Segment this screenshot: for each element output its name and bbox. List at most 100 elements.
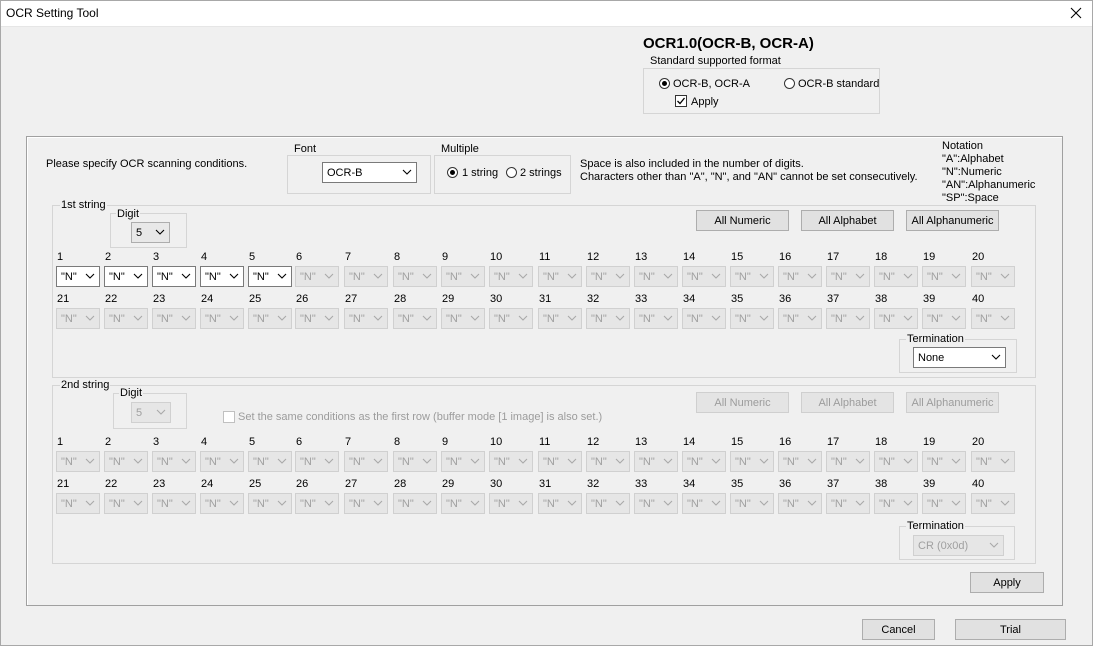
radio-ocr-b-standard[interactable] xyxy=(784,78,795,89)
second-char-select[interactable]: "N" xyxy=(295,493,339,514)
second-char-select[interactable]: "N" xyxy=(971,493,1015,514)
second-all-alphanumeric-button[interactable]: All Alphanumeric xyxy=(906,392,999,413)
first-char-select[interactable]: "N" xyxy=(104,266,148,287)
second-char-select[interactable]: "N" xyxy=(248,493,292,514)
second-char-select[interactable]: "N" xyxy=(56,493,100,514)
first-char-select[interactable]: "N" xyxy=(393,266,437,287)
second-char-select[interactable]: "N" xyxy=(200,493,244,514)
first-termination-select[interactable]: None xyxy=(913,347,1006,368)
first-char-select[interactable]: "N" xyxy=(586,308,630,329)
first-all-numeric-button[interactable]: All Numeric xyxy=(696,210,789,231)
second-char-select[interactable]: "N" xyxy=(586,493,630,514)
apply-button[interactable]: Apply xyxy=(970,572,1044,593)
first-char-select[interactable]: "N" xyxy=(152,308,196,329)
radio-1-string[interactable] xyxy=(447,167,458,178)
first-char-select[interactable]: "N" xyxy=(682,266,726,287)
first-all-alphabet-button[interactable]: All Alphabet xyxy=(801,210,894,231)
second-char-select[interactable]: "N" xyxy=(56,451,100,472)
second-char-select[interactable]: "N" xyxy=(922,493,966,514)
first-char-select[interactable]: "N" xyxy=(200,308,244,329)
first-char-select[interactable]: "N" xyxy=(634,308,678,329)
second-char-select[interactable]: "N" xyxy=(634,493,678,514)
second-char-select[interactable]: "N" xyxy=(489,493,533,514)
second-char-select[interactable]: "N" xyxy=(489,451,533,472)
first-char-select[interactable]: "N" xyxy=(874,308,918,329)
first-char-select[interactable]: "N" xyxy=(538,266,582,287)
second-all-alphabet-button[interactable]: All Alphabet xyxy=(801,392,894,413)
second-char-select[interactable]: "N" xyxy=(344,451,388,472)
first-char-select[interactable]: "N" xyxy=(538,308,582,329)
first-char-select[interactable]: "N" xyxy=(248,308,292,329)
second-digit-select[interactable]: 5 xyxy=(131,402,171,423)
first-char-select[interactable]: "N" xyxy=(922,266,966,287)
trial-button[interactable]: Trial xyxy=(955,619,1066,640)
first-char-select[interactable]: "N" xyxy=(104,308,148,329)
apply-standard-checkbox[interactable] xyxy=(675,95,687,107)
second-char-select[interactable]: "N" xyxy=(248,451,292,472)
second-char-select[interactable]: "N" xyxy=(104,493,148,514)
first-char-select[interactable]: "N" xyxy=(56,266,100,287)
first-char-select[interactable]: "N" xyxy=(295,266,339,287)
cancel-button[interactable]: Cancel xyxy=(862,619,935,640)
second-char-select[interactable]: "N" xyxy=(538,451,582,472)
second-char-select[interactable]: "N" xyxy=(634,451,678,472)
first-char-select[interactable]: "N" xyxy=(874,266,918,287)
first-char-select[interactable]: "N" xyxy=(971,308,1015,329)
first-char-select[interactable]: "N" xyxy=(586,266,630,287)
same-conditions-checkbox[interactable] xyxy=(223,411,235,423)
first-char-select[interactable]: "N" xyxy=(200,266,244,287)
second-char-select[interactable]: "N" xyxy=(682,451,726,472)
second-char-select[interactable]: "N" xyxy=(152,451,196,472)
second-char-select[interactable]: "N" xyxy=(826,451,870,472)
second-char-select[interactable]: "N" xyxy=(874,493,918,514)
first-char-select[interactable]: "N" xyxy=(441,266,485,287)
first-char-select[interactable]: "N" xyxy=(295,308,339,329)
first-char-select[interactable]: "N" xyxy=(344,308,388,329)
second-char-select[interactable]: "N" xyxy=(393,493,437,514)
second-char-select[interactable]: "N" xyxy=(152,493,196,514)
first-char-select[interactable]: "N" xyxy=(778,266,822,287)
second-char-select[interactable]: "N" xyxy=(730,493,774,514)
first-char-select[interactable]: "N" xyxy=(971,266,1015,287)
second-char-select[interactable]: "N" xyxy=(104,451,148,472)
first-char-select[interactable]: "N" xyxy=(56,308,100,329)
first-char-select[interactable]: "N" xyxy=(730,266,774,287)
second-char-select[interactable]: "N" xyxy=(344,493,388,514)
radio-2-strings[interactable] xyxy=(506,167,517,178)
second-char-select[interactable]: "N" xyxy=(682,493,726,514)
first-digit-select[interactable]: 5 xyxy=(131,222,170,243)
second-char-select[interactable]: "N" xyxy=(586,451,630,472)
first-char-select[interactable]: "N" xyxy=(489,308,533,329)
second-char-select[interactable]: "N" xyxy=(778,493,822,514)
second-char-select[interactable]: "N" xyxy=(778,451,822,472)
second-termination-select[interactable]: CR (0x0d) xyxy=(913,535,1004,556)
second-char-select[interactable]: "N" xyxy=(826,493,870,514)
first-char-select[interactable]: "N" xyxy=(441,308,485,329)
first-char-select[interactable]: "N" xyxy=(634,266,678,287)
second-char-select[interactable]: "N" xyxy=(295,451,339,472)
second-char-select[interactable]: "N" xyxy=(730,451,774,472)
first-char-select[interactable]: "N" xyxy=(489,266,533,287)
radio-ocr-b-ocr-a[interactable] xyxy=(659,78,670,89)
second-char-select[interactable]: "N" xyxy=(538,493,582,514)
second-all-numeric-button[interactable]: All Numeric xyxy=(696,392,789,413)
first-char-select[interactable]: "N" xyxy=(152,266,196,287)
second-char-select[interactable]: "N" xyxy=(441,493,485,514)
first-char-select[interactable]: "N" xyxy=(344,266,388,287)
first-char-select[interactable]: "N" xyxy=(393,308,437,329)
first-char-select[interactable]: "N" xyxy=(248,266,292,287)
close-button[interactable] xyxy=(1059,0,1093,26)
first-char-select[interactable]: "N" xyxy=(922,308,966,329)
second-char-select[interactable]: "N" xyxy=(393,451,437,472)
second-char-select[interactable]: "N" xyxy=(200,451,244,472)
first-char-select[interactable]: "N" xyxy=(826,308,870,329)
second-char-select[interactable]: "N" xyxy=(441,451,485,472)
font-select[interactable]: OCR-B xyxy=(322,162,417,183)
first-char-select[interactable]: "N" xyxy=(778,308,822,329)
second-char-select[interactable]: "N" xyxy=(971,451,1015,472)
second-char-select[interactable]: "N" xyxy=(874,451,918,472)
first-char-select[interactable]: "N" xyxy=(826,266,870,287)
first-all-alphanumeric-button[interactable]: All Alphanumeric xyxy=(906,210,999,231)
first-char-select[interactable]: "N" xyxy=(682,308,726,329)
first-char-select[interactable]: "N" xyxy=(730,308,774,329)
